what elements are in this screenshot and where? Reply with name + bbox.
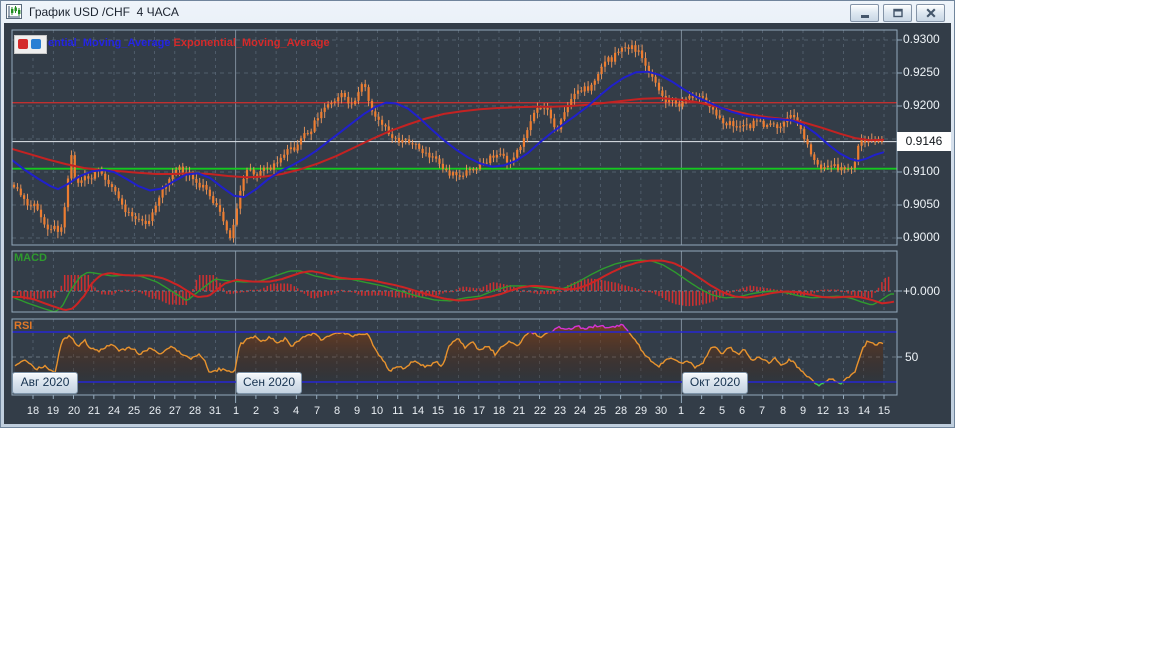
x-axis-day-label: 25 <box>593 405 607 417</box>
x-axis-day-label: 30 <box>654 405 668 417</box>
x-axis-day-label: 6 <box>738 405 746 417</box>
x-axis-day-label: 7 <box>313 405 321 417</box>
rsi-level-label: 50 <box>905 350 919 364</box>
x-axis-day-label: 28 <box>614 405 628 417</box>
chart-client-area: ential_Moving_Average Exponential_Moving… <box>4 23 951 424</box>
x-axis-day-label: 25 <box>127 405 141 417</box>
restore-icon <box>892 8 903 18</box>
price-axis-label: 0.9100 <box>903 164 940 178</box>
x-axis-day-label: 23 <box>553 405 567 417</box>
price-axis-label: 0.9000 <box>903 230 940 244</box>
x-axis-day-label: 3 <box>272 405 280 417</box>
x-axis-day-label: 9 <box>799 405 807 417</box>
price-axis-label: 0.9250 <box>903 65 940 79</box>
x-axis-day-label: 22 <box>533 405 547 417</box>
x-axis-day-label: 28 <box>188 405 202 417</box>
restore-button[interactable] <box>883 4 912 22</box>
indicator-legend: ential_Moving_Average Exponential_Moving… <box>48 37 330 49</box>
month-button-sep[interactable]: Сен 2020 <box>236 372 302 394</box>
minimize-icon <box>860 15 869 18</box>
x-axis-day-label: 29 <box>634 405 648 417</box>
indicator-legend-box <box>14 35 47 54</box>
x-axis-day-label: 24 <box>573 405 587 417</box>
price-axis-label: 0.9200 <box>903 98 940 112</box>
x-axis-day-label: 27 <box>168 405 182 417</box>
x-axis-day-label: 21 <box>512 405 526 417</box>
x-axis-day-label: 15 <box>877 405 891 417</box>
x-axis-day-label: 21 <box>87 405 101 417</box>
x-axis-day-label: 24 <box>107 405 121 417</box>
month-button-aug[interactable]: Авг 2020 <box>12 372 78 394</box>
x-axis-day-label: 31 <box>208 405 222 417</box>
ma-blue-label: ential_Moving_Average <box>48 37 171 49</box>
title-bar[interactable]: График USD /CHF 4 ЧАСА <box>1 1 954 23</box>
x-axis-day-label: 2 <box>698 405 706 417</box>
x-axis-day-label: 2 <box>252 405 260 417</box>
x-axis-day-label: 8 <box>333 405 341 417</box>
x-axis-day-label: 18 <box>492 405 506 417</box>
price-axis-label: 0.9300 <box>903 32 940 46</box>
x-axis-day-label: 16 <box>452 405 466 417</box>
x-axis-day-label: 5 <box>718 405 726 417</box>
x-axis-day-label: 18 <box>26 405 40 417</box>
minimize-button[interactable] <box>850 4 879 22</box>
macd-zero-label: +0.000 <box>903 284 941 298</box>
macd-panel-label: MACD <box>14 252 47 264</box>
x-axis-day-label: 9 <box>353 405 361 417</box>
x-axis-day-label: 17 <box>472 405 486 417</box>
x-axis-day-label: 1 <box>232 405 240 417</box>
chart-canvas[interactable] <box>4 23 951 424</box>
x-axis-day-label: 7 <box>758 405 766 417</box>
chart-window-icon <box>6 4 22 19</box>
x-axis-day-label: 4 <box>292 405 300 417</box>
x-axis-day-label: 14 <box>411 405 425 417</box>
window-title: График USD /CHF 4 ЧАСА <box>29 5 179 19</box>
x-axis-day-label: 1 <box>677 405 685 417</box>
legend-blue-chip[interactable] <box>31 39 41 49</box>
x-axis-day-label: 12 <box>816 405 830 417</box>
month-button-oct[interactable]: Окт 2020 <box>682 372 748 394</box>
price-axis-label: 0.9050 <box>903 197 940 211</box>
x-axis-day-label: 11 <box>392 405 404 417</box>
close-icon <box>925 8 936 18</box>
chart-window: График USD /CHF 4 ЧАСА ential_Moving_Ave… <box>0 0 955 428</box>
x-axis-day-label: 14 <box>857 405 871 417</box>
x-axis-day-label: 19 <box>46 405 60 417</box>
x-axis-day-label: 15 <box>431 405 445 417</box>
x-axis-day-label: 8 <box>779 405 787 417</box>
current-price-badge: 0.9146 <box>897 132 951 151</box>
x-axis-day-label: 26 <box>148 405 162 417</box>
ma-red-label: Exponential_Moving_Average <box>173 37 330 49</box>
x-axis-day-label: 20 <box>67 405 81 417</box>
rsi-panel-label: RSI <box>14 320 33 332</box>
x-axis-day-label: 13 <box>836 405 850 417</box>
legend-red-chip[interactable] <box>18 39 28 49</box>
window-controls <box>850 4 945 22</box>
x-axis-day-label: 10 <box>370 405 384 417</box>
close-button[interactable] <box>916 4 945 22</box>
